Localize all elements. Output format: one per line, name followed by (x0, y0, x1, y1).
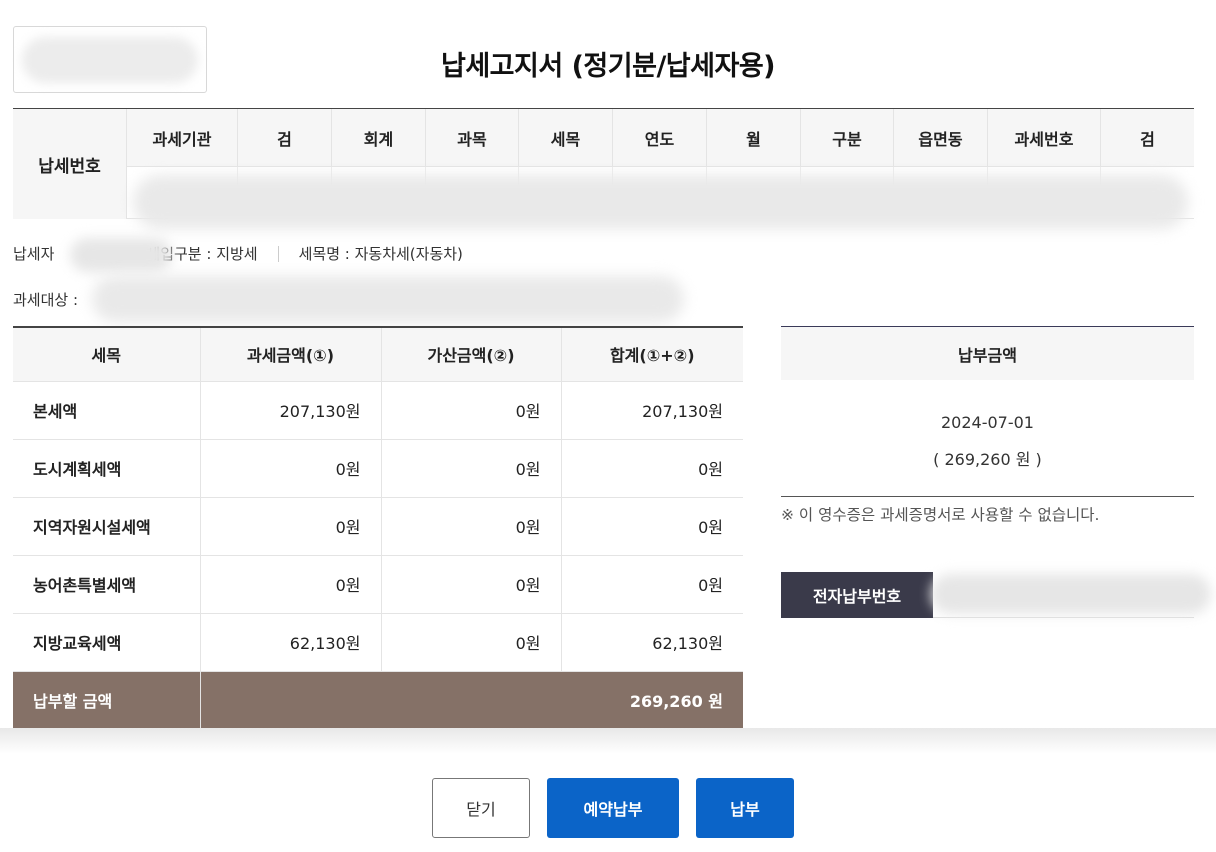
table-row: 본세액 207,130원 0원 207,130원 (13, 381, 743, 440)
row-base: 0원 (200, 497, 382, 556)
row-base: 62,130원 (200, 613, 382, 672)
row-add: 0원 (381, 381, 562, 440)
redacted-epay-number (931, 574, 1211, 614)
col-check: 검 (238, 109, 332, 167)
row-name: 본세액 (13, 381, 201, 440)
row-name: 농어촌특별세액 (13, 555, 201, 614)
epay-label: 전자납부번호 (781, 572, 933, 618)
row-sum: 0원 (561, 439, 743, 498)
tax-number-label: 납세번호 (13, 109, 127, 219)
table-row: 도시계획세액 0원 0원 0원 (13, 439, 743, 498)
total-row: 납부할 금액 269,260 원 (13, 671, 743, 729)
col-month: 월 (707, 109, 801, 167)
col-account: 회계 (332, 109, 426, 167)
col-tax-item: 세목 (519, 109, 613, 167)
header-base-amount: 과세금액(①) (200, 327, 382, 382)
total-value: 269,260 원 (200, 671, 743, 729)
row-base: 207,130원 (200, 381, 382, 440)
header-sum: 합계(①+②) (561, 327, 743, 382)
page-title: 납세고지서 (정기분/납세자용) (440, 51, 776, 82)
close-button[interactable]: 닫기 (432, 778, 530, 838)
table-row: 지역자원시설세액 0원 0원 0원 (13, 497, 743, 556)
taxpayer-label: 납세자 (13, 245, 55, 263)
electronic-payment-number: 전자납부번호 (781, 572, 1211, 618)
tax-target-label: 과세대상 : (13, 291, 79, 309)
header-tax-item: 세목 (13, 327, 201, 382)
col-tax-office: 과세기관 (127, 109, 238, 167)
table-header-row: 세목 과세금액(①) 가산금액(②) 합계(①+②) (13, 327, 743, 382)
redacted-taxpayer (70, 238, 172, 272)
row-name: 도시계획세액 (13, 439, 201, 498)
row-name: 지역자원시설세액 (13, 497, 201, 556)
row-add: 0원 (381, 439, 562, 498)
row-add: 0원 (381, 555, 562, 614)
tax-item-name: 세목명 : 자동차세(자동차) (298, 245, 463, 263)
row-add: 0원 (381, 497, 562, 556)
pay-button[interactable]: 납부 (696, 778, 794, 838)
redacted-tax-number (133, 175, 1188, 229)
col-subject: 과목 (426, 109, 519, 167)
col-district: 읍면동 (894, 109, 988, 167)
col-check-2: 검 (1140, 130, 1155, 149)
row-sum: 62,130원 (561, 613, 743, 672)
row-sum: 207,130원 (561, 381, 743, 440)
row-sum: 0원 (561, 497, 743, 556)
table-row: 지방교육세액 62,130원 0원 62,130원 (13, 613, 743, 672)
row-base: 0원 (200, 439, 382, 498)
tax-number-table: 납세번호 과세기관 검 회계 과목 세목 연도 월 구분 읍면동 과세번호 검 (13, 108, 1194, 229)
total-label: 납부할 금액 (13, 671, 201, 729)
payment-date: 2024-07-01 (941, 413, 1034, 432)
row-add: 0원 (381, 613, 562, 672)
divider (277, 245, 279, 262)
row-sum: 0원 (561, 555, 743, 614)
divider (781, 496, 1194, 497)
payment-amount: ( 269,260 원 ) (933, 450, 1042, 469)
row-name: 지방교육세액 (13, 613, 201, 672)
redacted-tax-target (92, 276, 684, 322)
col-category: 구분 (801, 109, 894, 167)
tax-number-header-row: 과세기관 검 회계 과목 세목 연도 월 구분 읍면동 과세번호 검 (127, 109, 1194, 167)
col-tax-number: 과세번호 (988, 109, 1101, 167)
table-row: 농어촌특별세액 0원 0원 0원 (13, 555, 743, 614)
header-additional-amount: 가산금액(②) (381, 327, 562, 382)
receipt-notice: ※ 이 영수증은 과세증명서로 사용할 수 없습니다. (781, 506, 1100, 524)
row-base: 0원 (200, 555, 382, 614)
col-year: 연도 (613, 109, 707, 167)
footer-divider (0, 728, 1216, 754)
payment-amount-header: 납부금액 (781, 326, 1194, 380)
reserve-payment-button[interactable]: 예약납부 (547, 778, 679, 838)
tax-detail-table: 세목 과세금액(①) 가산금액(②) 합계(①+②) 본세액 207,130원 … (13, 326, 743, 729)
